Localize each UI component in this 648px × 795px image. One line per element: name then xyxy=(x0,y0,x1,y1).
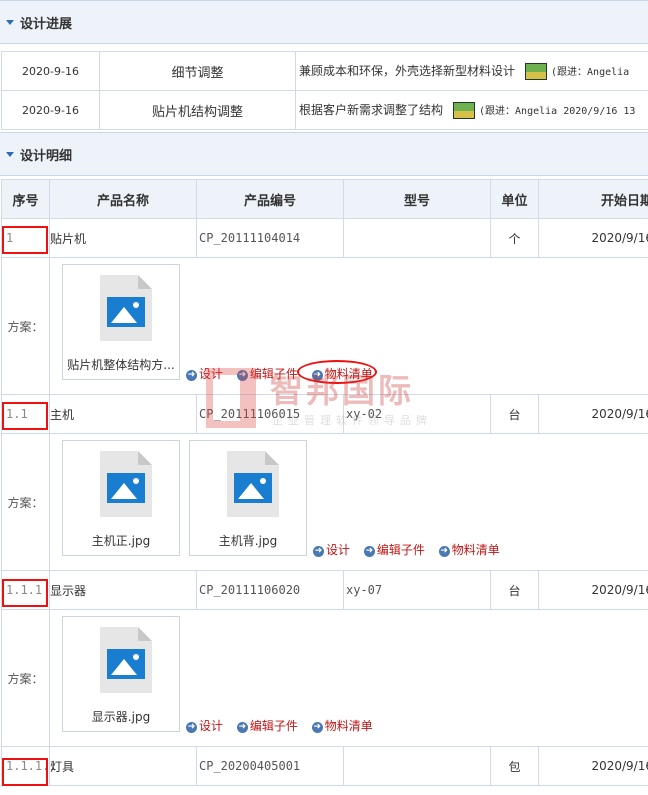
row-product-name: 主机 xyxy=(49,394,197,434)
file-thumbnail[interactable]: 主机背.jpg xyxy=(189,440,307,556)
arrow-circle-icon: ➜ xyxy=(236,370,248,381)
design-link[interactable]: ➜ 设计 xyxy=(186,717,223,734)
image-file-icon xyxy=(227,451,279,517)
image-attachment-icon[interactable] xyxy=(525,63,548,80)
arrow-circle-icon: ➜ xyxy=(363,546,375,557)
col-start-date: 开始日期 xyxy=(538,179,648,219)
plan-label: 方案： xyxy=(1,433,50,571)
arrow-circle-icon: ➜ xyxy=(186,722,197,733)
arrow-circle-icon: ➜ xyxy=(438,546,450,557)
col-product-code: 产品编号 xyxy=(196,179,344,219)
plan-label: 方案： xyxy=(1,257,50,395)
plan-label: 方案： xyxy=(1,609,50,747)
row-model: xy-07 xyxy=(343,570,491,610)
progress-follow: (跟进：Angelia xyxy=(551,67,630,78)
row-unit: 台 xyxy=(490,570,539,610)
bom-link[interactable]: ➜ 物料清单 xyxy=(311,717,373,734)
row-unit: 个 xyxy=(490,218,539,258)
row-unit: 包 xyxy=(490,746,539,786)
annotation-box xyxy=(2,226,48,254)
row-start-date: 2020/9/16 xyxy=(538,394,648,434)
row-model: xy-02 xyxy=(343,394,491,434)
row-model xyxy=(343,218,491,258)
row-start-date: 2020/9/16 xyxy=(538,570,648,610)
table-row: 1.1 主机 CP_20111106015 xy-02 台 2020/9/16 xyxy=(1,394,648,434)
annotation-box xyxy=(2,758,48,786)
progress-content: 根据客户新需求调整了结构 (跟进：Angelia 2020/9/16 13 xyxy=(295,90,648,130)
progress-follow: (跟进：Angelia 2020/9/16 13 xyxy=(479,106,636,117)
table-row: 1.1.1 显示器 CP_20111106020 xy-07 台 2020/9/… xyxy=(1,570,648,610)
table-row: 1.1.1.1 灯具 CP_20200405001 包 2020/9/16 xyxy=(1,746,648,786)
arrow-circle-icon: ➜ xyxy=(313,546,324,557)
collapse-triangle-icon[interactable] xyxy=(6,151,14,157)
row-product-name: 灯具 xyxy=(49,746,197,786)
col-seq: 序号 xyxy=(1,179,50,219)
file-thumbnail[interactable]: 主机正.jpg xyxy=(62,440,180,556)
row-start-date: 2020/9/16 xyxy=(538,746,648,786)
col-unit: 单位 xyxy=(490,179,539,219)
row-product-code: CP_20111104014 xyxy=(196,218,344,258)
row-model xyxy=(343,746,491,786)
progress-stage: 细节调整 xyxy=(99,51,296,91)
annotation-box xyxy=(2,579,48,607)
table-row: 1 贴片机 CP_20111104014 个 2020/9/16 xyxy=(1,218,648,258)
detail-section-title: 设计明细 xyxy=(20,148,73,164)
progress-date: 2020-9-16 xyxy=(1,51,100,91)
plan-row: 方案： 显示器.jpg ➜ 设计 ➜ 编辑子件 ➜ 物料清单 xyxy=(1,609,648,747)
file-name: 主机背.jpg xyxy=(218,534,278,548)
progress-section-header[interactable]: 设计进展 xyxy=(0,0,648,44)
plan-cell: 显示器.jpg ➜ 设计 ➜ 编辑子件 ➜ 物料清单 xyxy=(49,609,648,747)
file-name: 主机正.jpg xyxy=(91,534,151,548)
row-product-code: CP_20111106015 xyxy=(196,394,344,434)
row-product-code: CP_20111106020 xyxy=(196,570,344,610)
progress-stage: 贴片机结构调整 xyxy=(99,90,296,130)
edit-subparts-link[interactable]: ➜ 编辑子件 xyxy=(236,717,298,734)
file-thumbnail[interactable]: 贴片机整体结构方... xyxy=(62,264,180,380)
row-product-name: 贴片机 xyxy=(49,218,197,258)
progress-date: 2020-9-16 xyxy=(1,90,100,130)
row-product-name: 显示器 xyxy=(49,570,197,610)
file-name: 贴片机整体结构方... xyxy=(67,358,175,372)
row-start-date: 2020/9/16 xyxy=(538,218,648,258)
detail-section-header[interactable]: 设计明细 xyxy=(0,132,648,176)
bom-link[interactable]: ➜ 物料清单 xyxy=(438,541,500,558)
progress-table: 2020-9-16 细节调整 兼顾成本和环保，外壳选择新型材料设计 (跟进：Ang… xyxy=(1,51,648,130)
detail-table: 序号 产品名称 产品编号 型号 单位 开始日期 1 贴片机 CP_2011110… xyxy=(1,179,648,786)
collapse-triangle-icon[interactable] xyxy=(6,19,14,25)
edit-subparts-link[interactable]: ➜ 编辑子件 xyxy=(236,365,298,382)
progress-section-title: 设计进展 xyxy=(20,16,73,32)
image-file-icon xyxy=(100,451,152,517)
table-header-row: 序号 产品名称 产品编号 型号 单位 开始日期 xyxy=(1,179,648,219)
progress-row: 2020-9-16 细节调整 兼顾成本和环保，外壳选择新型材料设计 (跟进：Ang… xyxy=(1,51,648,91)
arrow-circle-icon: ➜ xyxy=(186,370,197,381)
progress-content-text: 根据客户新需求调整了结构 xyxy=(299,103,444,117)
col-product-name: 产品名称 xyxy=(49,179,197,219)
image-file-icon xyxy=(100,627,152,693)
col-model: 型号 xyxy=(343,179,491,219)
plan-actions: ➜ 设计 ➜ 编辑子件 ➜ 物料清单 xyxy=(186,717,383,734)
arrow-circle-icon: ➜ xyxy=(236,722,248,733)
edit-subparts-link[interactable]: ➜ 编辑子件 xyxy=(363,541,425,558)
design-link[interactable]: ➜ 设计 xyxy=(313,541,350,558)
row-unit: 台 xyxy=(490,394,539,434)
arrow-circle-icon: ➜ xyxy=(311,722,323,733)
image-attachment-icon[interactable] xyxy=(453,102,476,119)
annotation-box xyxy=(2,402,48,430)
row-product-code: CP_20200405001 xyxy=(196,746,344,786)
progress-row: 2020-9-16 贴片机结构调整 根据客户新需求调整了结构 (跟进：Angeli… xyxy=(1,90,648,130)
annotation-oval xyxy=(297,360,377,384)
file-thumbnail[interactable]: 显示器.jpg xyxy=(62,616,180,732)
plan-actions: ➜ 设计 ➜ 编辑子件 ➜ 物料清单 xyxy=(313,541,510,558)
plan-row: 方案： 主机正.jpg 主机背.jpg ➜ 设计 ➜ 编辑子件 ➜ 物料清单 xyxy=(1,433,648,571)
plan-cell: 主机正.jpg 主机背.jpg ➜ 设计 ➜ 编辑子件 ➜ 物料清单 xyxy=(49,433,648,571)
progress-content-text: 兼顾成本和环保，外壳选择新型材料设计 xyxy=(299,64,516,78)
image-file-icon xyxy=(100,275,152,341)
progress-content: 兼顾成本和环保，外壳选择新型材料设计 (跟进：Angelia xyxy=(295,51,648,91)
design-link[interactable]: ➜ 设计 xyxy=(186,365,223,382)
file-name: 显示器.jpg xyxy=(91,710,151,724)
